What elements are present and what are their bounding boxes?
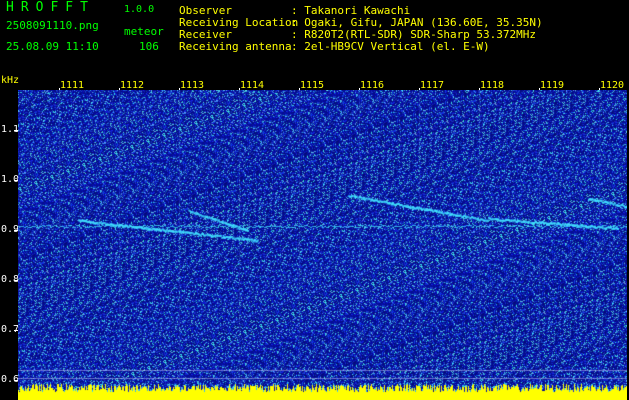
app-title: HROFFT [6, 0, 95, 15]
spectrogram-canvas [18, 90, 627, 400]
y-axis-unit: kHz [1, 75, 20, 86]
hrofft-window: HROFFT 1.0.0 2508091110.png meteor 25.08… [0, 0, 629, 400]
date-time: 25.08.09 11:10 [6, 40, 99, 53]
app-version: 1.0.0 [124, 4, 155, 15]
count-value: 106 [139, 40, 159, 53]
spectrogram [18, 90, 627, 400]
file-name: 2508091110.png [6, 19, 99, 32]
detect-type: meteor [124, 25, 164, 38]
info-value: : 2el-HB9CV Vertical (el. E-W) [291, 40, 490, 53]
info-label: Receiving antenna [179, 40, 292, 53]
